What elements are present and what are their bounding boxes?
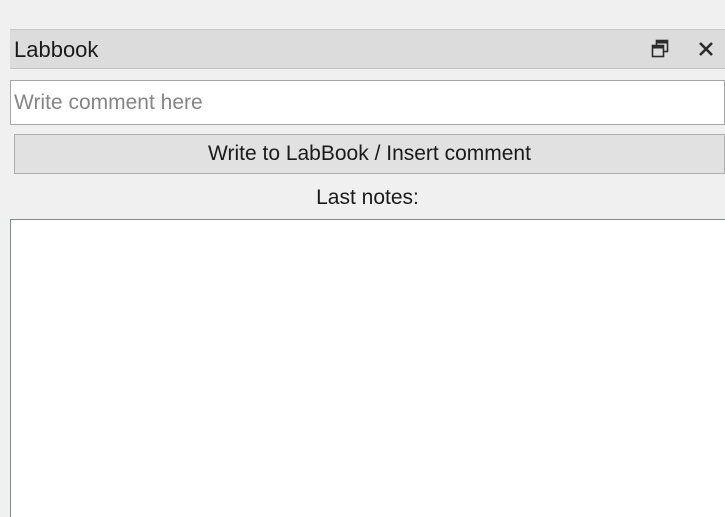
panel-title: Labbook: [14, 37, 99, 62]
labbook-panel: Labbook Write to LabBook / Insert commen…: [0, 0, 725, 517]
restore-window-icon[interactable]: [648, 37, 672, 61]
last-notes-label: Last notes:: [316, 186, 419, 209]
last-notes-list[interactable]: [10, 219, 725, 517]
comment-input[interactable]: [10, 80, 725, 125]
write-to-labbook-button[interactable]: Write to LabBook / Insert comment: [14, 134, 725, 174]
close-icon[interactable]: [694, 37, 718, 61]
panel-titlebar[interactable]: Labbook: [10, 29, 725, 69]
